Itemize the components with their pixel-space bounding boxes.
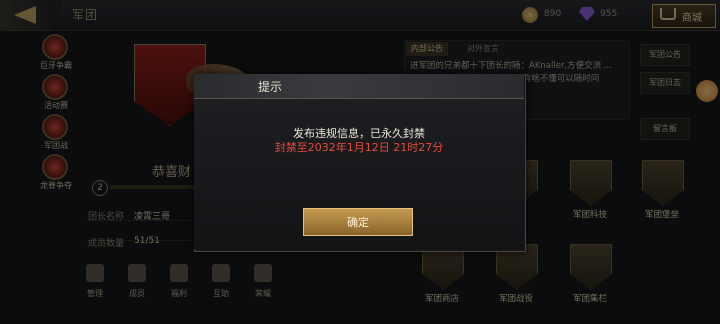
dialog-title: 提示 bbox=[258, 80, 283, 94]
confirm-label[interactable]: 确定 bbox=[303, 214, 413, 230]
ban-until-text: 封禁至2032年1月12日 21时27分 bbox=[274, 141, 444, 154]
dialog-header bbox=[194, 74, 524, 99]
